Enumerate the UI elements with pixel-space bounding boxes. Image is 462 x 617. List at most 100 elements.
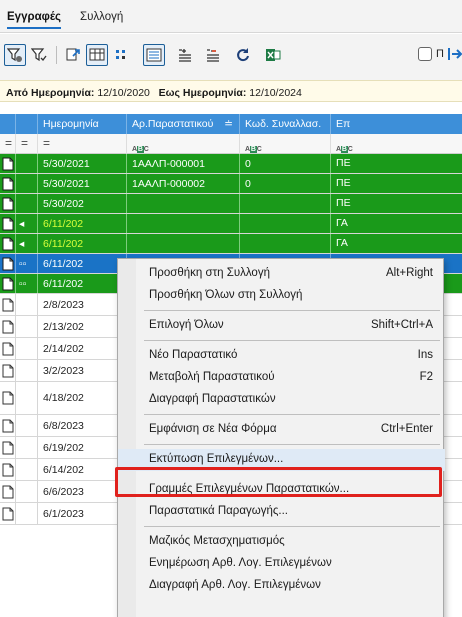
row-mark: ▫▫ [16,254,38,273]
filter-op-3[interactable]: = [38,134,127,154]
column-header-doc-number[interactable]: Αρ.Παραστατικού ≐ [127,114,240,134]
document-icon [0,194,16,213]
to-date-value: 12/10/2024 [249,87,302,99]
collection-arrow-icon[interactable] [447,44,462,64]
refresh-icon[interactable] [232,44,254,66]
option-checkbox[interactable] [418,47,432,61]
table-row[interactable]: 5/30/2021 1ΑΑΛΠ-000002 0 ΠΕ [0,174,462,194]
menu-item[interactable]: Νέο Παραστατικό Ins [118,345,445,367]
tab-bar: Εγγραφές Συλλογή [0,0,462,33]
grid-icon[interactable] [110,44,132,66]
cell-extra: ΠΕ [336,177,351,189]
column-header-extra[interactable]: Επ [331,114,462,134]
cell-date: 6/11/202 [38,274,127,293]
from-date-label: Από Ημερομηνία: [6,87,95,99]
document-icon [0,338,16,359]
document-icon [0,459,16,480]
menu-item-label: Προσθήκη Όλων στη Συλλογή [149,289,303,301]
cell-extra: ΠΕ [336,157,351,169]
menu-item[interactable]: Παραστατικά Παραγωγής... [118,501,445,523]
column-header-date[interactable]: Ημερομηνία [38,114,127,134]
row-mark [16,194,38,213]
document-icon [0,316,16,337]
cell-date: 3/2/2023 [38,360,127,381]
filter-op-1[interactable]: = [0,134,16,154]
document-icon [0,254,16,273]
cell-date: 5/30/2021 [38,154,127,173]
cell-extra: ΠΕ [336,197,351,209]
row-mark [16,437,38,458]
cell-date: 4/18/202 [38,382,127,414]
export-icon[interactable] [62,44,84,66]
menu-item-shortcut: Ctrl+Enter [380,423,433,435]
remove-row-icon[interactable] [202,44,224,66]
cell-extra: ΓΑ [336,217,348,229]
table-row[interactable]: ◂ 6/11/202 ΓΑ [0,214,462,234]
clear-filter-icon[interactable] [28,44,50,66]
menu-item[interactable]: Μεταβολή Παραστατικού F2 [118,367,445,389]
menu-item[interactable]: Διαγραφή Αρθ. Λογ. Επιλεγμένων [118,575,445,597]
cell-extra: ΓΑ [336,237,348,249]
filter-abc-icon[interactable]: ABC [127,134,240,154]
column-header-mark[interactable] [16,114,38,134]
menu-separator [144,526,440,527]
document-icon [0,415,16,436]
excel-icon[interactable] [262,44,284,66]
menu-item-label: Διαγραφή Αρθ. Λογ. Επιλεγμένων [149,579,321,591]
menu-item[interactable]: Εμφάνιση σε Νέα Φόρμα Ctrl+Enter [118,419,445,441]
cell-date: 6/1/2023 [38,503,127,524]
table-row[interactable]: 5/30/202 ΠΕ [0,194,462,214]
menu-item-shortcut: F2 [419,371,433,383]
column-header-trader-code[interactable]: Κωδ. Συναλλασ. [240,114,331,134]
highlight-box [115,467,442,497]
cell-trader-code [240,234,331,253]
filter-op-2[interactable]: = [16,134,38,154]
row-mark: ▫▫ [16,274,38,293]
menu-item[interactable]: Μαζικός Μετασχηματισμός [118,531,445,553]
menu-item-label: Εμφάνιση σε Νέα Φόρμα [149,423,277,435]
columns-icon[interactable] [86,44,108,66]
menu-item[interactable]: Ενημέρωση Αρθ. Λογ. Επιλεγμένων [118,553,445,575]
column-header-indicator[interactable] [0,114,16,134]
cell-date: 6/14/202 [38,459,127,480]
document-icon [0,214,16,233]
tab-records[interactable]: Εγγραφές [7,11,62,29]
row-mark [16,481,38,502]
menu-separator [144,340,440,341]
table-row[interactable]: ◂ 6/11/202 ΓΑ [0,234,462,254]
filter-abc-icon[interactable]: ABC [331,134,462,154]
menu-item-shortcut: Shift+Ctrl+A [371,319,433,331]
menu-item[interactable]: Επιλογή Όλων Shift+Ctrl+A [118,315,445,337]
cell-doc-number [127,214,240,233]
cell-date: 2/8/2023 [38,294,127,315]
menu-item[interactable]: Προσθήκη στη Συλλογή Alt+Right [118,263,445,285]
menu-item-label: Παραστατικά Παραγωγής... [149,505,288,517]
filter-icon[interactable] [4,44,26,66]
cell-doc-number [127,234,240,253]
from-date-value: 12/10/2020 [97,87,150,99]
menu-item[interactable]: Προσθήκη Όλων στη Συλλογή [118,285,445,307]
menu-item-label: Εκτύπωση Επιλεγμένων... [149,453,284,465]
sort-icon: ≐ [224,118,233,130]
cell-date: 6/11/202 [38,214,127,233]
table-row[interactable]: 5/30/2021 1ΑΑΛΠ-000001 0 ΠΕ [0,154,462,174]
cell-date: 6/19/202 [38,437,127,458]
row-mark: ◂ [16,214,38,233]
document-icon [0,437,16,458]
tab-collection[interactable]: Συλλογή [80,11,123,23]
cell-doc-number: 1ΑΑΛΠ-000001 [127,154,240,173]
document-icon [0,274,16,293]
view-icon[interactable] [143,44,165,66]
row-mark: ◂ [16,234,38,253]
add-row-icon[interactable] [174,44,196,66]
cell-doc-number: 1ΑΑΛΠ-000002 [127,174,240,193]
row-mark [16,382,38,414]
cell-date: 5/30/202 [38,194,127,213]
menu-item[interactable]: Διαγραφή Παραστατικών [118,389,445,411]
document-icon [0,382,16,414]
option-checkbox-label: Π [436,48,444,60]
menu-item-label: Διαγραφή Παραστατικών [149,393,276,405]
filter-abc-icon[interactable]: ABC [240,134,331,154]
row-mark [16,316,38,337]
menu-item-label: Μεταβολή Παραστατικού [149,371,275,383]
